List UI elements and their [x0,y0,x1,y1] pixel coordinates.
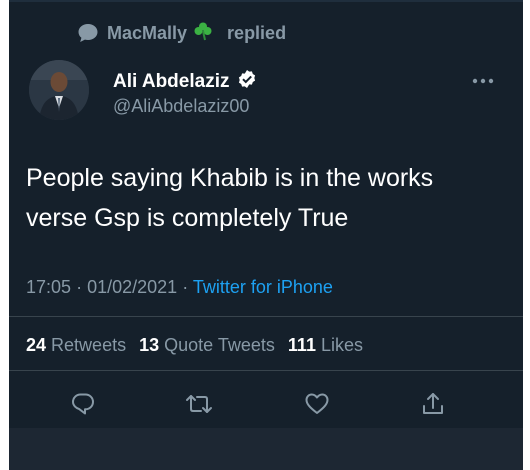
speech-bubble-icon [78,24,98,42]
tweet-source-link[interactable]: Twitter for iPhone [193,277,333,297]
meta-separator: · [182,277,189,297]
retweet-button[interactable] [185,390,213,418]
tweet-stats: 24 Retweets 13 Quote Tweets 111 Likes [26,335,371,356]
divider [9,370,523,371]
tweet-meta: 17:05 · 01/02/2021 · Twitter for iPhone [26,277,333,298]
reply-context-user: MacMally [107,22,188,43]
share-button[interactable] [419,390,447,418]
share-icon [423,393,443,414]
quote-tweets-count: 13 [139,335,160,355]
likes-count: 111 [287,335,316,355]
divider [9,316,523,317]
tweet-card: MacMally replied Ali Abdelaziz @AliAbdel… [9,0,523,470]
retweets-label: Retweets [51,335,127,355]
tweet-text-line: People saying Khabib is in the works [26,164,434,192]
author-handle[interactable]: @AliAbdelaziz00 [113,96,249,117]
retweets-stat[interactable]: 24 Retweets [26,335,131,355]
bottom-bar [9,428,523,470]
likes-label: Likes [320,335,363,355]
meta-separator: · [76,277,83,297]
like-button[interactable] [303,390,331,418]
profile-photo [29,60,89,120]
quote-tweets-label: Quote Tweets [164,335,275,355]
reply-context[interactable]: MacMally replied [77,22,286,44]
retweets-count: 24 [26,335,47,355]
author-name: Ali Abdelaziz [113,71,230,92]
top-divider [9,0,523,2]
tweet-text: People saying Khabib is in the works ver… [26,158,506,238]
like-icon [305,393,329,414]
retweet-icon [186,395,212,413]
verified-badge-icon [237,69,257,95]
shamrock-icon [193,21,221,46]
reply-button[interactable] [69,390,97,418]
tweet-time[interactable]: 17:05 [26,277,71,297]
more-options-icon[interactable] [471,72,495,90]
quote-tweets-stat[interactable]: 13 Quote Tweets [139,335,280,355]
tweet-text-line: verse Gsp is completely True [26,204,349,232]
likes-stat[interactable]: 111 Likes [288,335,363,355]
tweet-date[interactable]: 01/02/2021 [87,277,177,297]
reply-icon [72,393,94,415]
reply-context-action: replied [227,22,287,43]
avatar[interactable] [29,60,89,120]
author-name-row[interactable]: Ali Abdelaziz [113,69,257,95]
